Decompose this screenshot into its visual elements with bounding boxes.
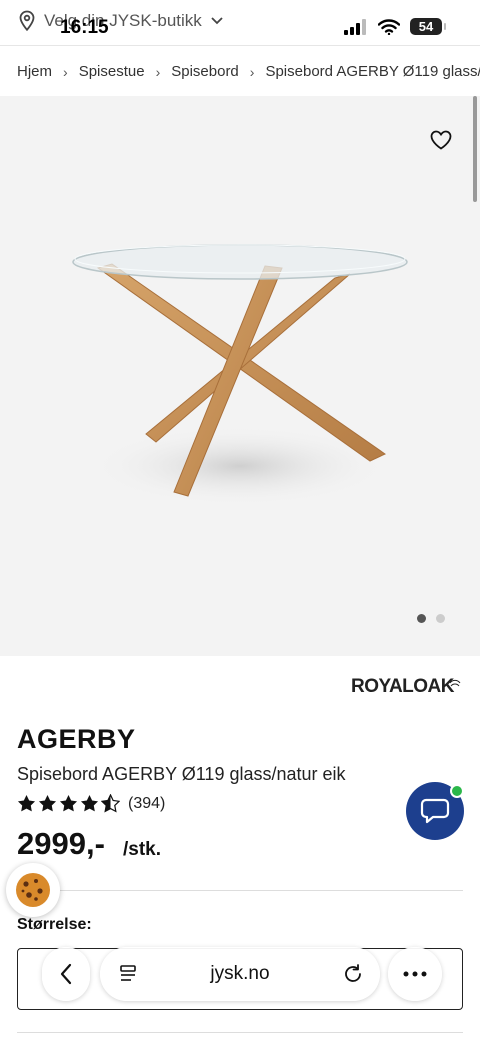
- star-icon: [59, 794, 78, 812]
- half-star-icon: [101, 794, 120, 813]
- address-bar[interactable]: jysk.no: [100, 947, 380, 1001]
- breadcrumb-separator-icon: ›: [155, 63, 161, 80]
- ellipsis-icon: [403, 971, 427, 977]
- product-gallery[interactable]: [0, 96, 480, 656]
- cookie-icon: [16, 873, 50, 907]
- chat-button[interactable]: [406, 782, 464, 840]
- star-icon: [80, 794, 99, 812]
- chevron-left-icon: [60, 963, 72, 985]
- breadcrumb-current: Spisebord AGERBY Ø119 glass/natur eik: [265, 63, 480, 80]
- price: 2999,-: [17, 826, 105, 861]
- price-unit: /stk.: [123, 839, 162, 860]
- location-pin-icon: [19, 10, 35, 32]
- star-icon: [38, 794, 57, 812]
- breadcrumb-home[interactable]: Hjem: [17, 63, 52, 80]
- chat-bubble-icon: [420, 798, 450, 824]
- product-name: AGERBY: [17, 724, 136, 754]
- brand-logo: ROYALOAK: [351, 676, 462, 698]
- battery-indicator: 54: [410, 18, 446, 35]
- top-bar: Velg din JYSK-butikk 16:15 54: [0, 0, 480, 46]
- signal-icon: [344, 18, 366, 35]
- browser-toolbar: jysk.no: [42, 947, 442, 1001]
- review-count[interactable]: (394): [128, 795, 165, 813]
- breadcrumb: Hjem › Spisestue › Spisebord › Spisebord…: [17, 63, 480, 80]
- url-text: jysk.no: [210, 963, 270, 984]
- breadcrumb-dining-room[interactable]: Spisestue: [79, 63, 145, 80]
- scrollbar[interactable]: [473, 96, 477, 202]
- online-status-dot: [450, 784, 464, 798]
- breadcrumb-separator-icon: ›: [249, 63, 255, 80]
- star-icon: [17, 794, 36, 812]
- gallery-dot-1[interactable]: [417, 614, 426, 623]
- size-label: Størrelse:: [17, 916, 92, 933]
- chevron-down-icon: [211, 17, 223, 25]
- reload-icon[interactable]: [342, 963, 364, 985]
- breadcrumb-dining-tables[interactable]: Spisebord: [171, 63, 239, 80]
- status-icons: 54: [344, 18, 446, 35]
- back-button[interactable]: [42, 947, 90, 1001]
- brand-logo-mark-icon: [449, 679, 461, 687]
- wifi-icon: [378, 18, 400, 35]
- product-image: [72, 244, 408, 506]
- heart-icon[interactable]: [430, 130, 452, 150]
- store-select[interactable]: Velg din JYSK-butikk: [18, 10, 224, 32]
- product-description: Spisebord AGERBY Ø119 glass/natur eik: [17, 764, 346, 784]
- more-options-button[interactable]: [388, 947, 442, 1001]
- bottom-divider: [17, 1032, 463, 1033]
- section-divider: [17, 890, 463, 891]
- rating[interactable]: (394): [17, 794, 165, 813]
- status-time: 16:15: [60, 17, 109, 38]
- brand-logo-text: ROYALOAK: [351, 676, 454, 697]
- gallery-dot-2[interactable]: [436, 614, 445, 623]
- cookie-settings-button[interactable]: [6, 863, 60, 917]
- breadcrumb-separator-icon: ›: [63, 63, 68, 80]
- gallery-pagination[interactable]: [417, 614, 445, 623]
